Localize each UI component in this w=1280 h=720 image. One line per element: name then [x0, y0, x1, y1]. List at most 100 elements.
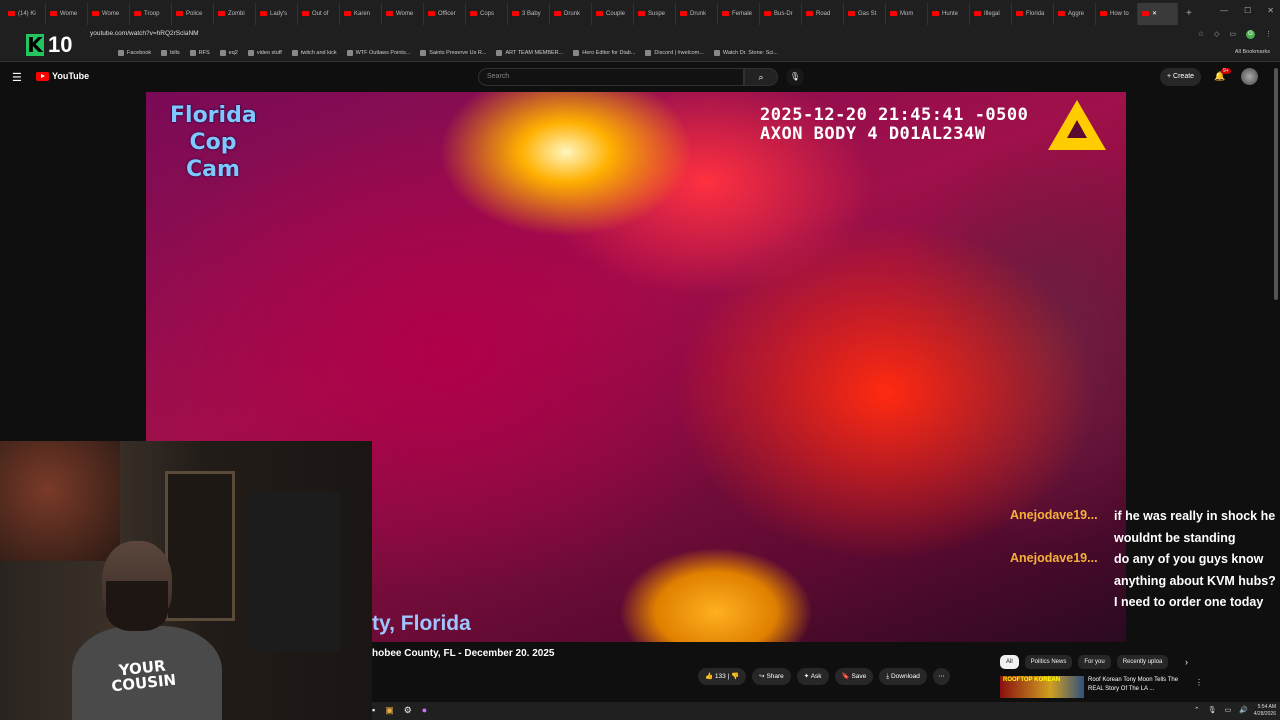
browser-tab[interactable]: Drunk	[550, 2, 592, 25]
youtube-logo[interactable]: YouTube	[36, 71, 89, 81]
recommended-thumbnail[interactable]: ROOFTOP KOREAN	[1000, 676, 1084, 698]
share-button[interactable]: ↪ Share	[752, 668, 791, 685]
bookmark-item[interactable]: eq2	[219, 49, 238, 56]
browser-tab[interactable]: Troop	[130, 2, 172, 25]
browser-tab[interactable]: Female	[718, 2, 760, 25]
bookmark-item[interactable]: Discord | #welcom...	[645, 49, 704, 56]
close-window-icon[interactable]: ✕	[1267, 6, 1274, 15]
save-button[interactable]: 🔖 Save	[834, 668, 874, 685]
download-icon: ⤓	[886, 673, 890, 680]
mic-tray-icon[interactable]: 🎙	[1208, 706, 1217, 714]
maximize-icon[interactable]: ☐	[1244, 6, 1251, 15]
recommended-title[interactable]: Roof Korean Tony Moon Tells The REAL Sto…	[1088, 676, 1184, 694]
browser-tab[interactable]: Bus-Dr	[760, 2, 802, 25]
new-tab-button[interactable]: +	[1186, 8, 1192, 19]
url-field[interactable]: youtube.com/watch?v=hRQ2rSclaNM	[90, 30, 199, 37]
video-title: hobee County, FL - December 20. 2025	[372, 648, 555, 659]
browser-tab[interactable]: How to	[1096, 2, 1138, 25]
youtube-favicon-icon	[386, 11, 393, 16]
browser-tab[interactable]: Lady's	[256, 2, 298, 25]
browser-tab[interactable]: 3 Baby	[508, 2, 550, 25]
bookmark-label: Saints Preserve Us R...	[429, 49, 487, 56]
browser-tab[interactable]: Out of	[298, 2, 340, 25]
bookmark-item[interactable]: RFS	[189, 49, 210, 56]
filter-chips: All Politics News For you Recently uploa	[1000, 655, 1169, 669]
create-button[interactable]: + Create	[1160, 68, 1202, 86]
network-icon[interactable]: ▭	[1225, 706, 1232, 714]
browser-tab[interactable]: Florida	[1012, 2, 1054, 25]
recommended-menu-icon[interactable]: ⋮	[1195, 678, 1203, 687]
settings-icon[interactable]: ⚙	[404, 705, 412, 716]
bookmark-item[interactable]: WTF Outlaws Points...	[346, 49, 410, 56]
bookmark-item[interactable]: bills	[161, 49, 180, 56]
bookmark-label: video stuff	[256, 49, 282, 56]
browser-tab[interactable]: Mom	[886, 2, 928, 25]
browser-tab-label: How to	[1110, 10, 1129, 17]
browser-tab[interactable]: Hunte	[928, 2, 970, 25]
like-button[interactable]: 👍 133 | 👎	[698, 668, 747, 685]
browser-tab[interactable]: Wome	[88, 2, 130, 25]
bookmark-label: eq2	[228, 49, 238, 56]
bookmark-item[interactable]: Facebook	[118, 49, 151, 56]
browser-tab[interactable]: (14) Ki	[4, 2, 46, 25]
browser-tab[interactable]: Couple	[592, 2, 634, 25]
browser-menu-icon[interactable]: ⋮	[1265, 30, 1272, 39]
youtube-favicon-icon	[974, 11, 981, 16]
more-actions-icon[interactable]: ⋯	[932, 668, 950, 685]
explorer-icon[interactable]: ▪	[372, 705, 375, 716]
browser-tab[interactable]: Wome	[382, 2, 424, 25]
volume-icon[interactable]: 🔊	[1239, 706, 1248, 714]
browser-tab[interactable]: Police	[172, 2, 214, 25]
bookmark-item[interactable]: twitch and kick	[291, 49, 337, 56]
browser-tab[interactable]: Aggre	[1054, 2, 1096, 25]
ask-button[interactable]: ✦ Ask	[796, 668, 829, 685]
browser-tab-label: Wome	[396, 10, 414, 17]
ask-label: Ask	[810, 673, 822, 680]
chip-for-you[interactable]: For you	[1078, 655, 1111, 669]
chevron-right-icon[interactable]: ›	[1185, 657, 1188, 667]
browser-tab[interactable]: Officer	[424, 2, 466, 25]
search-button[interactable]: ⌕	[744, 68, 778, 86]
bookmark-item[interactable]: Watch Dr. Stone: Sci...	[713, 49, 778, 56]
browser-tab[interactable]: Road	[802, 2, 844, 25]
bookmark-label: Hero Editor for Diab...	[582, 49, 636, 56]
bookmark-item[interactable]: Saints Preserve Us R...	[420, 49, 487, 56]
browser-tab[interactable]: Cops	[466, 2, 508, 25]
minimize-icon[interactable]: —	[1220, 6, 1228, 15]
extension-icon[interactable]: ◇	[1214, 30, 1219, 39]
browser-tab[interactable]: Drunk	[676, 2, 718, 25]
browser-tab[interactable]: Gas St	[844, 2, 886, 25]
app-icon[interactable]: ●	[422, 705, 427, 716]
bookmark-item[interactable]: video stuff	[247, 49, 282, 56]
bookmark-icon	[573, 49, 580, 56]
profile-avatar[interactable]: G	[1246, 30, 1255, 39]
browser-tab[interactable]: Karen	[340, 2, 382, 25]
all-bookmarks[interactable]: All Bookmarks	[1235, 49, 1270, 55]
app-icon[interactable]: ▣	[385, 705, 394, 716]
search-input[interactable]: Search	[478, 68, 744, 86]
browser-tab[interactable]: Suspe	[634, 2, 676, 25]
chip-all[interactable]: All	[1000, 655, 1019, 669]
bookmark-item[interactable]: ART TEAM MEMBER...	[496, 49, 563, 56]
tray-chevron-icon[interactable]: ⌃	[1194, 706, 1200, 714]
browser-tab-label: Bus-Dr	[774, 10, 793, 17]
star-icon[interactable]: ☆	[1198, 30, 1204, 39]
download-button[interactable]: ⤓ Download	[879, 668, 927, 685]
active-browser-tab[interactable]: ✕	[1138, 2, 1178, 25]
page-scrollbar[interactable]	[1274, 68, 1278, 300]
hamburger-menu-icon[interactable]: ☰	[12, 71, 22, 84]
browser-tab-label: Cops	[480, 10, 495, 17]
browser-tab[interactable]: Illegal	[970, 2, 1012, 25]
sidebar-icon[interactable]: ▭	[1229, 30, 1236, 39]
browser-tab[interactable]: Wome	[46, 2, 88, 25]
voice-search-icon[interactable]: 🎙	[786, 68, 804, 86]
chip-politics-news[interactable]: Politics News	[1024, 655, 1073, 669]
chip-recently-uploaded[interactable]: Recently uploa	[1116, 655, 1169, 669]
browser-tab-label: Karen	[354, 10, 371, 17]
browser-tab[interactable]: Zombi	[214, 2, 256, 25]
taskbar-clock[interactable]: 5:54 AM 4/28/2026	[1254, 704, 1276, 717]
recommended-video[interactable]: ROOFTOP KOREAN Roof Korean Tony Moon Tel…	[1000, 676, 1270, 700]
close-tab-icon[interactable]: ✕	[1152, 10, 1157, 17]
bookmark-item[interactable]: Hero Editor for Diab...	[573, 49, 636, 56]
account-avatar[interactable]	[1241, 68, 1258, 85]
